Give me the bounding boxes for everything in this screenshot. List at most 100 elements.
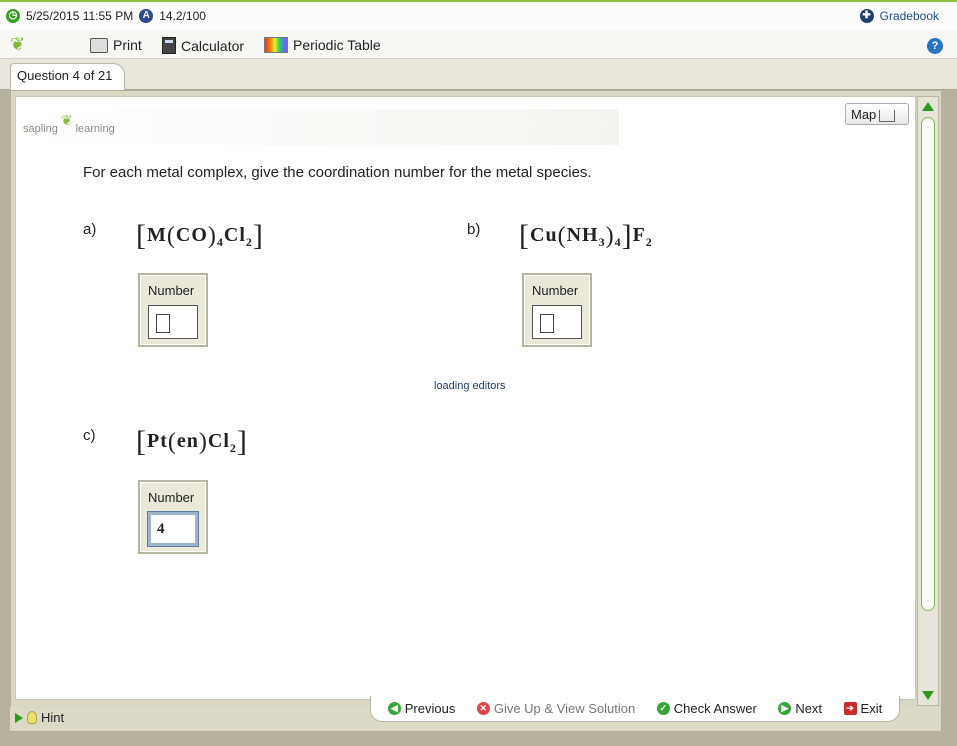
print-button[interactable]: Print (90, 37, 142, 53)
number-input-b[interactable] (532, 305, 582, 339)
ligand-subscript: 4 (216, 235, 224, 249)
loading-status: loading editors (434, 380, 506, 392)
next-label: Next (795, 701, 823, 716)
exit-icon: ➔ (843, 702, 857, 715)
ligand-inner-subscript: 3 (598, 235, 606, 249)
number-answer-box-b: Number (522, 273, 592, 347)
map-label: Map (851, 107, 877, 122)
score-icon: A (139, 9, 154, 23)
brand-right: learning (75, 122, 115, 135)
formula-tail: Cl (207, 430, 230, 452)
number-answer-box-c: Number 4 (138, 480, 208, 554)
datetime-text: 5/25/2015 11:55 PM (26, 9, 134, 23)
right-paren: ) (198, 429, 208, 455)
check-answer-button[interactable]: ✓ Check Answer (656, 701, 757, 716)
formula-metal: Pt (147, 430, 168, 452)
number-label: Number (532, 283, 579, 298)
number-value: 4 (157, 521, 165, 537)
check-answer-label: Check Answer (673, 701, 757, 716)
part-c-formula: [Pt(en)Cl2] (136, 427, 248, 457)
right-paren: ) (207, 223, 217, 249)
sapling-logo: sapling ❦ learning (23, 112, 115, 137)
part-a-label: a) (83, 221, 97, 238)
left-bracket: [ (136, 219, 147, 252)
left-paren: ( (167, 429, 177, 455)
sprout-icon: ❦ (60, 112, 73, 128)
right-paren: ) (605, 223, 615, 249)
gradebook-link[interactable]: ✚ Gradebook (859, 9, 939, 23)
clock-icon: ◷ (6, 9, 20, 23)
tab-question[interactable]: Question 4 of 21 (10, 63, 126, 90)
next-arrow-icon: ▶ (778, 702, 792, 715)
left-paren: ( (557, 223, 567, 249)
checkmark-icon: ✓ (656, 702, 670, 715)
right-bracket: ] (236, 425, 248, 458)
empty-field-marker (540, 314, 554, 333)
calculator-icon (162, 37, 176, 54)
give-up-label: Give Up & View Solution (493, 701, 636, 716)
scroll-down-arrow-icon[interactable] (922, 691, 934, 700)
hint-button[interactable]: Hint (15, 710, 64, 725)
formula-ligand: CO (175, 224, 208, 246)
previous-button[interactable]: ◀ Previous (387, 701, 456, 716)
vertical-scrollbar[interactable] (917, 96, 939, 706)
map-button[interactable]: Map (845, 103, 909, 125)
score-text: 14.2/100 (159, 9, 206, 23)
expand-triangle-icon (15, 712, 23, 723)
help-icon[interactable]: ? (927, 38, 943, 54)
left-bracket: [ (519, 219, 530, 252)
formula-metal: M (147, 224, 167, 246)
tab-row: Question 4 of 21 (0, 59, 957, 90)
tail-subscript: 2 (245, 235, 253, 249)
toolbar: ❦ Print Calculator Periodic Table ? (0, 30, 957, 59)
printer-icon (90, 37, 108, 53)
next-button[interactable]: ▶ Next (778, 701, 822, 716)
previous-label: Previous (404, 701, 456, 716)
previous-arrow-icon: ◀ (387, 702, 401, 715)
hint-label: Hint (41, 710, 65, 725)
question-content: sapling ❦ learning Map For each metal co… (15, 96, 916, 700)
left-bracket: [ (136, 425, 147, 458)
print-label: Print (113, 37, 142, 53)
periodic-table-label: Periodic Table (293, 37, 381, 53)
tail-subscript: 2 (229, 441, 237, 455)
formula-metal: Cu (530, 224, 558, 246)
number-label: Number (148, 490, 195, 505)
left-paren: ( (166, 223, 176, 249)
number-input-c[interactable]: 4 (147, 511, 199, 547)
brand-left: sapling (23, 122, 58, 135)
formula-ligand: NH (566, 224, 599, 246)
number-answer-box-a: Number (138, 273, 208, 347)
gradebook-label: Gradebook (879, 9, 939, 23)
formula-counterion: F (632, 224, 646, 246)
exit-label: Exit (860, 701, 883, 716)
brand-banner (32, 109, 619, 145)
calculator-button[interactable]: Calculator (162, 37, 244, 54)
hierarchy-icon (879, 109, 896, 122)
session-meta: ◷ 5/25/2015 11:55 PM A 14.2/100 (6, 9, 206, 23)
formula-ligand: en (176, 430, 199, 452)
right-bracket: ] (621, 219, 633, 252)
part-b-label: b) (467, 221, 481, 238)
give-up-button[interactable]: ✕ Give Up & View Solution (476, 701, 636, 716)
formula-tail: Cl (223, 224, 246, 246)
exit-button[interactable]: ➔ Exit (843, 701, 883, 716)
lightbulb-icon (27, 711, 37, 724)
question-actions: ◀ Previous ✕ Give Up & View Solution ✓ C… (370, 696, 900, 722)
status-bar: ◷ 5/25/2015 11:55 PM A 14.2/100 ✚ Gradeb… (0, 0, 957, 30)
calculator-label: Calculator (181, 37, 245, 54)
counterion-subscript: 2 (645, 235, 653, 249)
periodic-table-icon (264, 37, 288, 53)
right-bracket: ] (252, 219, 264, 252)
question-prompt: For each metal complex, give the coordin… (83, 164, 592, 181)
number-input-a[interactable] (148, 305, 198, 339)
sapling-leaf-icon: ❦ (10, 34, 26, 54)
gradebook-icon: ✚ (859, 9, 874, 23)
scroll-thumb[interactable] (921, 117, 935, 611)
scroll-up-arrow-icon[interactable] (922, 102, 934, 111)
part-b-formula: [Cu(NH3)4]F2 (519, 221, 653, 251)
periodic-table-button[interactable]: Periodic Table (264, 37, 381, 53)
give-up-icon: ✕ (476, 702, 490, 715)
empty-field-marker (156, 314, 170, 333)
ligand-subscript: 4 (614, 235, 622, 249)
